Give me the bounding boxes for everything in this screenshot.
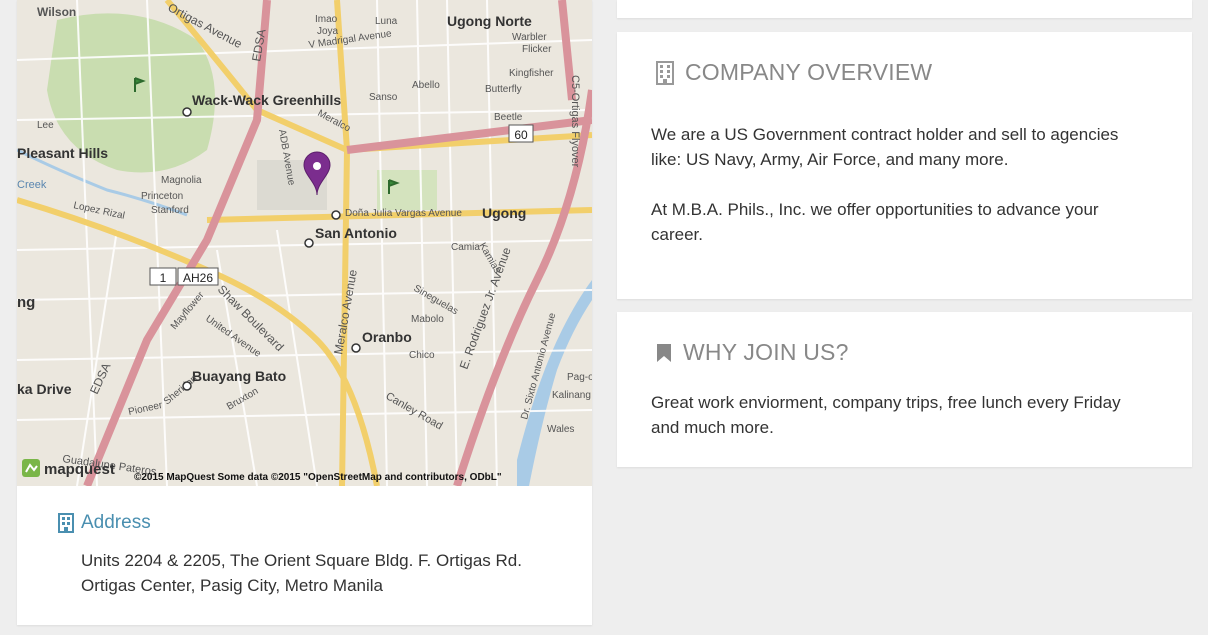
map-label: Stanford — [151, 205, 189, 216]
map-label: Wales — [547, 424, 574, 435]
why-join-us-heading: WHY JOIN US? — [655, 339, 849, 366]
map-label: Beetle — [494, 112, 523, 123]
map-label: Luna — [375, 16, 398, 27]
map-label: Chico — [409, 350, 435, 361]
map-label: Lee — [37, 120, 54, 131]
map-label: Warbler — [512, 32, 547, 43]
map-label: Oranbo — [362, 329, 412, 345]
previous-card — [617, 0, 1192, 18]
mapquest-logo: mapquest — [22, 459, 115, 478]
map-label: Princeton — [141, 191, 183, 202]
company-overview-card: COMPANY OVERVIEW We are a US Government … — [617, 32, 1192, 299]
map-label: Butterfly — [485, 84, 522, 95]
route-label: 60 — [514, 128, 528, 142]
bookmark-icon — [655, 342, 673, 364]
address-line-2: Ortigas Center, Pasig City, Metro Manila — [81, 576, 384, 595]
map-label: C5-Ortigas Flyover — [569, 75, 581, 168]
address-text: Units 2204 & 2205, The Orient Square Bld… — [81, 548, 561, 598]
map-attribution: ©2015 MapQuest Some data ©2015 "OpenStre… — [134, 472, 502, 483]
map-label: Pleasant Hills — [17, 145, 108, 161]
map-label: Abello — [412, 80, 440, 91]
map-label: Ugong — [482, 205, 526, 221]
overview-paragraph: We are a US Government contract holder a… — [651, 125, 1119, 169]
map-label: Sanso — [369, 92, 398, 103]
location-card: 60 1 AH26 Wilson Ugong Norte Wack-Wack G… — [17, 0, 592, 625]
map-label: Camia — [451, 242, 480, 253]
why-join-us-card: WHY JOIN US? Great work enviorment, comp… — [617, 312, 1192, 467]
company-overview-heading: COMPANY OVERVIEW — [655, 59, 932, 86]
route-shield-60: 60 — [508, 124, 534, 143]
mapquest-wordmark: mapquest — [44, 461, 115, 478]
company-overview-body: We are a US Government contract holder a… — [651, 122, 1151, 272]
route-label: AH26 — [183, 271, 213, 285]
company-overview-title: COMPANY OVERVIEW — [685, 59, 933, 85]
map-label: Buayang Bato — [192, 368, 286, 384]
map-label: Doña Julia Vargas Avenue — [345, 208, 462, 219]
map-label: Magnolia — [161, 175, 202, 186]
why-join-us-title: WHY JOIN US? — [683, 339, 849, 365]
map-label: Pag-o — [567, 372, 592, 383]
location-map[interactable]: 60 1 AH26 Wilson Ugong Norte Wack-Wack G… — [17, 0, 592, 486]
route-label: 1 — [160, 271, 167, 285]
building-icon — [57, 513, 75, 533]
map-label: Wilson — [37, 5, 76, 19]
route-shield-ah26: AH26 — [177, 267, 219, 286]
map-label: Ugong Norte — [447, 13, 532, 29]
map-label: ng — [17, 294, 35, 311]
map-label: Imao — [315, 14, 338, 25]
map-label: Wack-Wack Greenhills — [192, 92, 341, 108]
address-line-1: Units 2204 & 2205, The Orient Square Bld… — [81, 551, 522, 570]
map-label: Flicker — [522, 44, 552, 55]
map-label: Kalinang — [552, 390, 591, 401]
route-shield-1: 1 — [149, 267, 177, 286]
map-label: Creek — [17, 179, 47, 191]
park-area — [377, 170, 437, 210]
address-heading-label: Address — [81, 512, 151, 533]
map-label: ka Drive — [17, 381, 72, 397]
map-label: San Antonio — [315, 225, 397, 241]
address-heading: Address — [57, 512, 151, 534]
map-label: Mabolo — [411, 314, 444, 325]
why-join-us-body: Great work enviorment, company trips, fr… — [651, 393, 1121, 437]
building-icon — [655, 60, 675, 85]
overview-paragraph: At M.B.A. Phils., Inc. we offer opportun… — [651, 200, 1099, 244]
map-label: Kingfisher — [509, 68, 554, 79]
